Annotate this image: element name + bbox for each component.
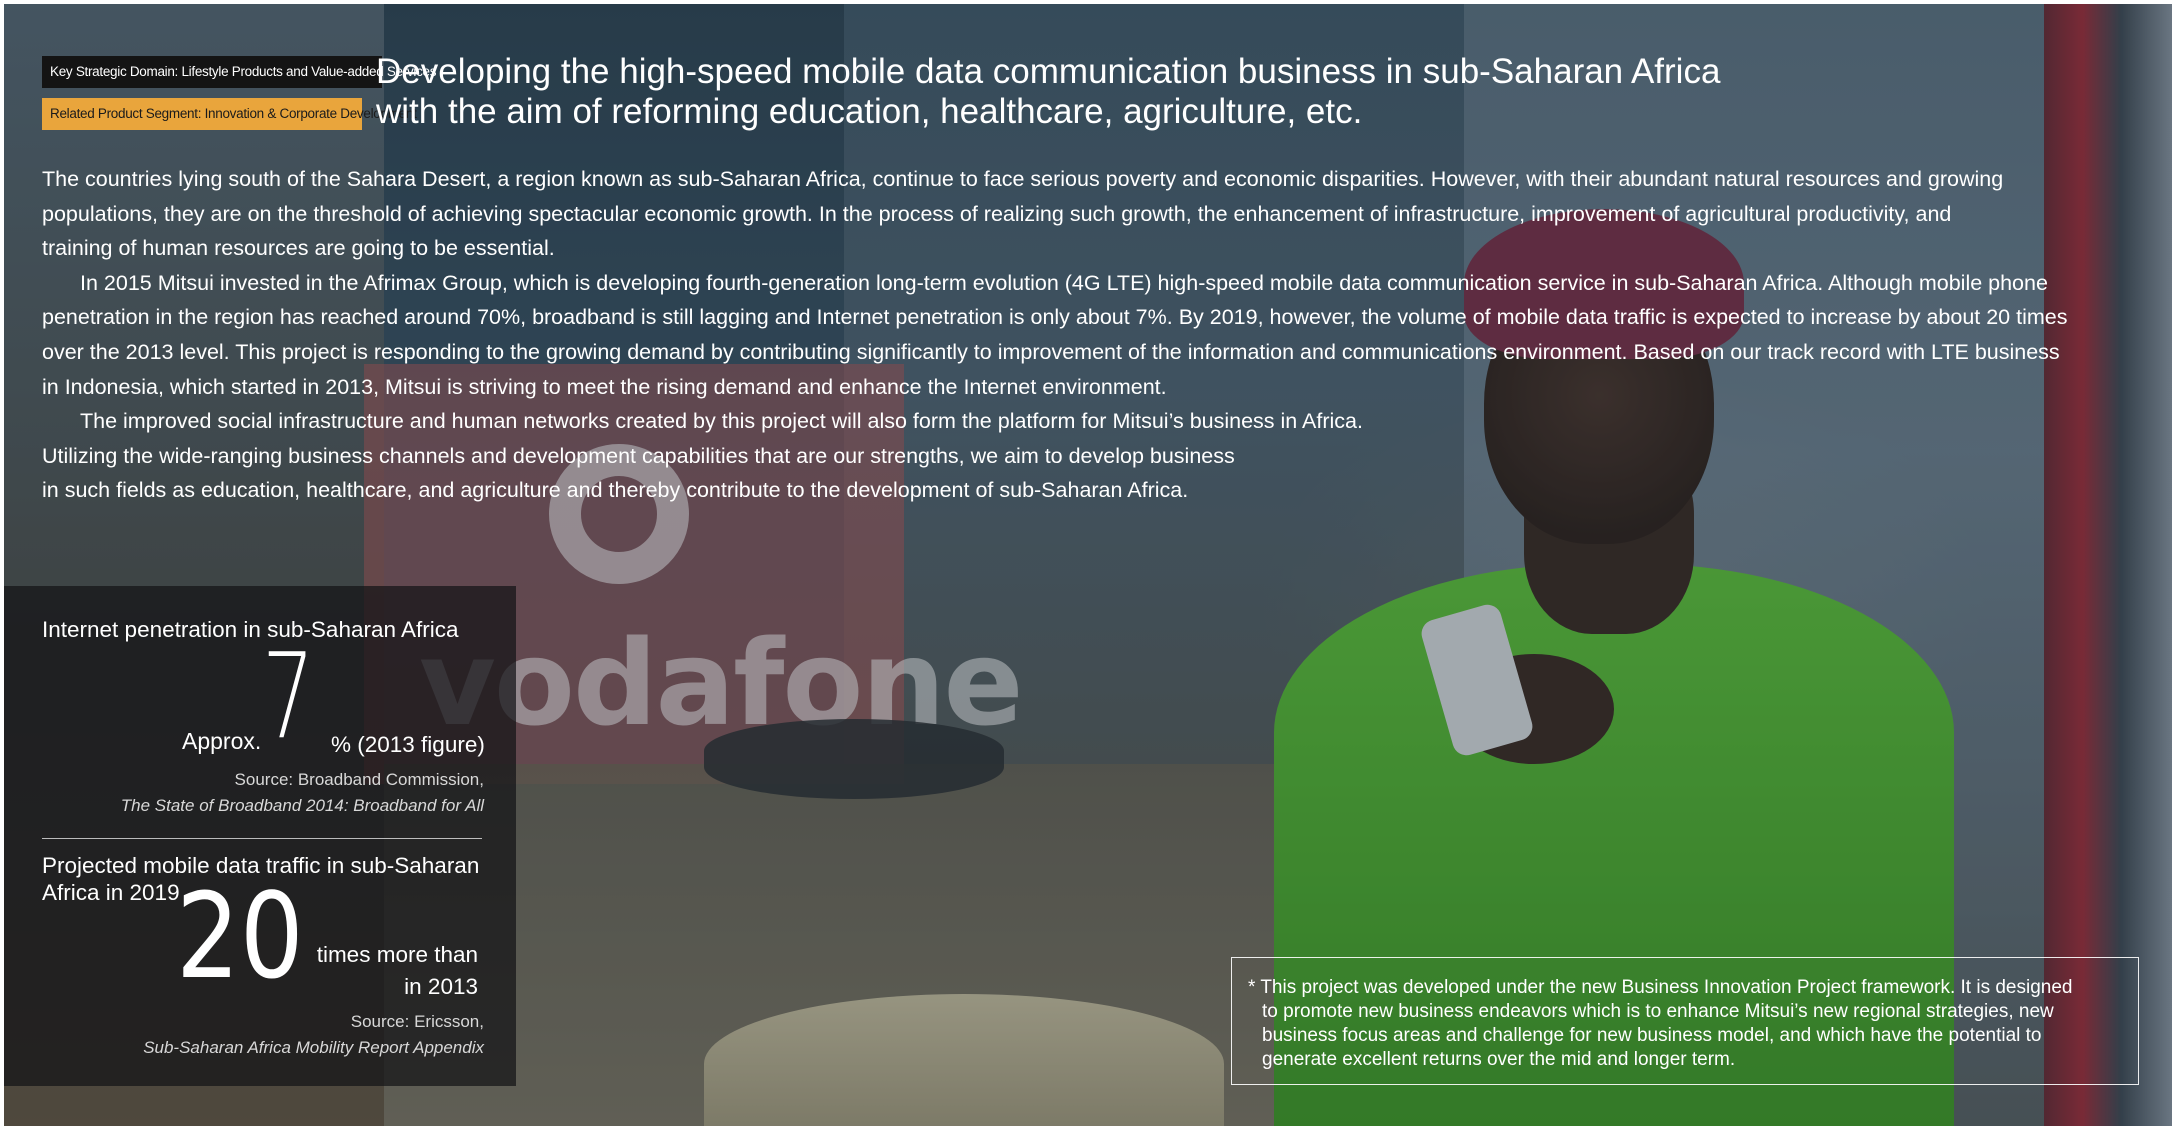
- strategic-domain-tag: Key Strategic Domain: Lifestyle Products…: [42, 56, 437, 88]
- mobile-traffic-source: Source: Ericsson,: [350, 1012, 484, 1031]
- body-line: In 2015 Mitsui invested in the Afrimax G…: [80, 270, 2048, 295]
- mobile-traffic-unit-year: in 2013: [404, 974, 478, 999]
- body-line: The countries lying south of the Sahara …: [42, 167, 2004, 191]
- page: vodafone Key Strategic Domain: Lifestyle…: [4, 4, 2172, 1126]
- body-line: over the 2013 level. This project is res…: [42, 339, 2060, 364]
- body-line: penetration in the region has reached ar…: [42, 305, 2068, 330]
- body-line: populations, they are on the threshold o…: [42, 201, 1952, 226]
- project-footnote-box: * This project was developed under the n…: [1231, 957, 2139, 1085]
- body-line: training of human resources are going to…: [42, 236, 555, 261]
- body-text: The countries lying south of the Sahara …: [42, 162, 2132, 508]
- product-segment-tag: Related Product Segment: Innovation & Co…: [42, 98, 417, 130]
- mobile-traffic-source-title: Sub-Saharan Africa Mobility Report Appen…: [143, 1038, 484, 1057]
- footnote-line: to promote new business endeavors which …: [1262, 1001, 2054, 1022]
- internet-penetration-source-title: The State of Broadband 2014: Broadband f…: [120, 796, 484, 815]
- page-headline: Developing the high-speed mobile data co…: [376, 52, 1720, 132]
- body-line: in Indonesia, which started in 2013, Mit…: [42, 374, 1167, 399]
- body-line: Utilizing the wide-ranging business chan…: [42, 443, 1235, 468]
- internet-penetration-prefix: Approx.: [182, 728, 262, 754]
- internet-penetration-unit: % (2013 figure): [331, 732, 485, 757]
- body-line: in such fields as education, healthcare,…: [42, 478, 1189, 503]
- stats-divider: [42, 838, 482, 839]
- internet-penetration-value: 7: [262, 627, 315, 765]
- internet-penetration-source: Source: Broadband Commission,: [234, 770, 484, 789]
- footnote-line: generate excellent returns over the mid …: [1262, 1049, 1736, 1070]
- stats-panel: Internet penetration in sub-Saharan Afri…: [4, 586, 516, 1086]
- footnote-line: * This project was developed under the n…: [1248, 977, 2073, 998]
- headline-line-1: Developing the high-speed mobile data co…: [376, 52, 1721, 91]
- internet-penetration-label: Internet penetration in sub-Saharan Afri…: [42, 617, 459, 642]
- body-line: The improved social infrastructure and h…: [80, 409, 1363, 434]
- footnote-line: business focus areas and challenge for n…: [1262, 1025, 2042, 1046]
- mobile-traffic-unit: times more than: [316, 942, 478, 967]
- headline-line-2: with the aim of reforming education, hea…: [376, 92, 1363, 131]
- mobile-traffic-value: 20: [176, 867, 304, 1005]
